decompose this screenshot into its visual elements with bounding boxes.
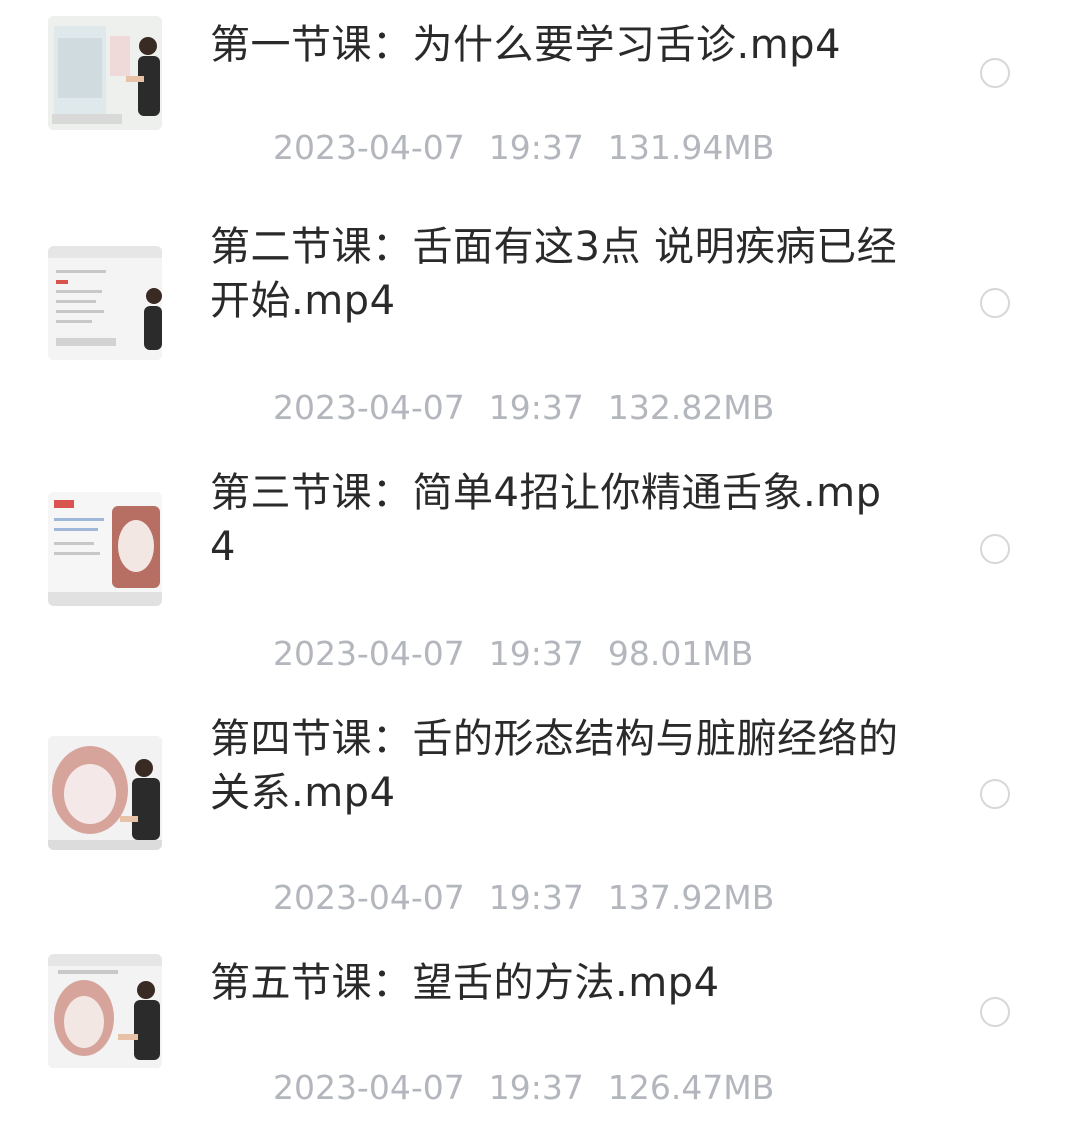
file-date: 2023-04-07 [272, 128, 465, 167]
file-size: 98.01MB [607, 634, 754, 673]
file-meta: 2023-04-07 19:37 126.47MB [210, 1028, 798, 1148]
video-thumbnail-icon[interactable] [48, 492, 162, 606]
file-size: 132.82MB [607, 388, 775, 427]
video-thumbnail-icon[interactable] [48, 16, 162, 130]
file-name[interactable]: 第四节课：舌的形态结构与脏腑经络的关系.mp4 [210, 712, 900, 820]
file-size: 131.94MB [607, 128, 775, 167]
file-date: 2023-04-07 [272, 634, 465, 673]
file-name[interactable]: 第二节课：舌面有这3点 说明疾病已经开始.mp4 [210, 220, 900, 328]
file-size: 126.47MB [607, 1068, 775, 1107]
video-thumbnail-image [48, 246, 162, 360]
file-time: 19:37 [488, 388, 584, 427]
file-time: 19:37 [488, 1068, 584, 1107]
select-radio[interactable] [980, 58, 1010, 88]
video-thumbnail-icon[interactable] [48, 954, 162, 1068]
select-radio[interactable] [980, 288, 1010, 318]
file-meta: 2023-04-07 19:37 137.92MB [210, 838, 798, 958]
file-meta: 2023-04-07 19:37 131.94MB [210, 88, 798, 208]
video-thumbnail-image [48, 954, 162, 1068]
file-name[interactable]: 第五节课：望舌的方法.mp4 [210, 956, 900, 1010]
file-meta: 2023-04-07 19:37 132.82MB [210, 348, 798, 468]
file-list: 第一节课：为什么要学习舌诊.mp4 2023-04-07 19:37 131.94M… [0, 0, 1080, 1107]
file-date: 2023-04-07 [272, 388, 465, 427]
file-time: 19:37 [488, 128, 584, 167]
file-time: 19:37 [488, 634, 584, 673]
file-meta: 2023-04-07 19:37 98.01MB [210, 594, 777, 714]
video-thumbnail-icon[interactable] [48, 736, 162, 850]
select-radio[interactable] [980, 997, 1010, 1027]
file-size: 137.92MB [607, 878, 775, 917]
select-radio[interactable] [980, 534, 1010, 564]
video-thumbnail-icon[interactable] [48, 246, 162, 360]
file-name[interactable]: 第三节课：简单4招让你精通舌象.mp4 [210, 466, 900, 574]
file-name[interactable]: 第一节课：为什么要学习舌诊.mp4 [210, 18, 900, 72]
video-thumbnail-image [48, 16, 162, 130]
file-date: 2023-04-07 [272, 878, 465, 917]
file-date: 2023-04-07 [272, 1068, 465, 1107]
select-radio[interactable] [980, 779, 1010, 809]
file-time: 19:37 [488, 878, 584, 917]
video-thumbnail-image [48, 492, 162, 606]
video-thumbnail-image [48, 736, 162, 850]
